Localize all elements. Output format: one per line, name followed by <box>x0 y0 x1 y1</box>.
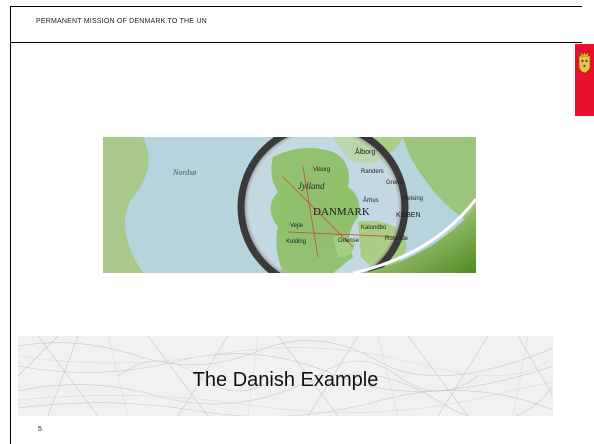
map-label: Ålborg <box>355 147 375 156</box>
map-label: KØBEN <box>396 212 421 219</box>
map-label: DANMARK <box>313 206 370 218</box>
map-label: Århus <box>363 197 379 204</box>
map-label: Helsing <box>403 196 423 202</box>
page-number: 5 <box>38 426 42 433</box>
denmark-map-image: Nordsø Ålborg Viborg Randers Grenå Jylla… <box>103 137 476 273</box>
map-label: Viborg <box>313 167 330 173</box>
map-label: Randers <box>361 169 384 175</box>
coat-of-arms-icon <box>575 44 594 116</box>
header-divider <box>10 42 582 43</box>
slide: PERMANENT MISSION OF DENMARK TO THE UN N… <box>0 0 594 444</box>
map-label: Grenå <box>386 179 403 186</box>
map-label: Roskilde <box>385 236 409 242</box>
slide-title: The Danish Example <box>192 369 379 391</box>
map-label: Kalundbo <box>361 225 387 231</box>
map-label: Odense <box>338 238 360 244</box>
map-label: Jylland <box>298 181 325 191</box>
map-label: Vejle <box>290 223 304 229</box>
map-label: Nordsø <box>172 168 197 177</box>
title-band: The Danish Example <box>18 336 553 416</box>
header-title: PERMANENT MISSION OF DENMARK TO THE UN <box>36 18 207 25</box>
map-label: Kolding <box>286 239 306 245</box>
